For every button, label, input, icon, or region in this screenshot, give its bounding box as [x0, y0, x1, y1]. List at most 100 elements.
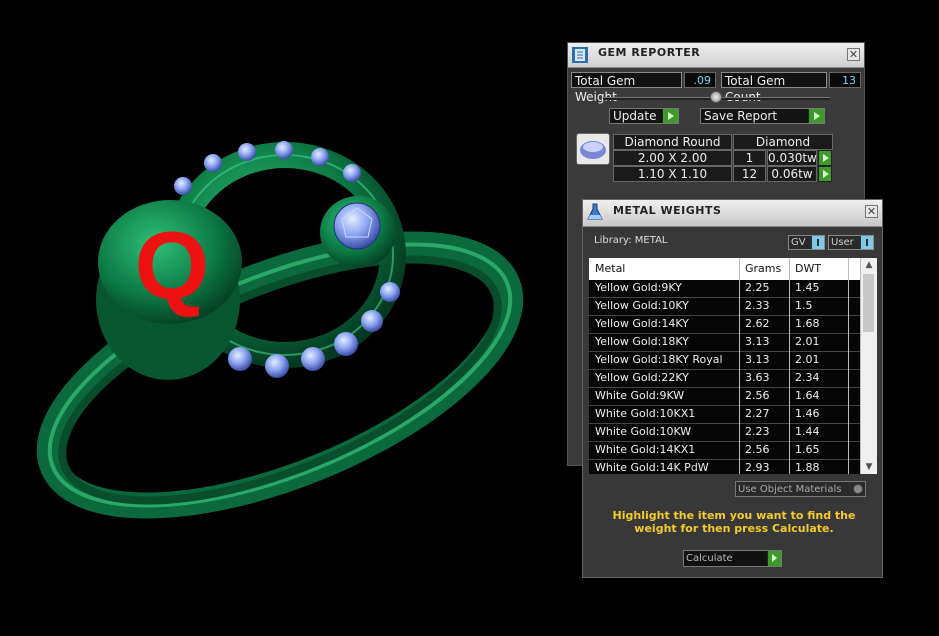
table-row[interactable]: Yellow Gold:18KY 3.13 2.01 — [589, 334, 860, 352]
center-stone — [320, 196, 396, 268]
table-scrollbar[interactable]: ▲ ▼ — [860, 258, 877, 474]
play-icon — [767, 551, 781, 566]
play-icon — [662, 109, 678, 123]
metal-grams: 2.25 — [745, 281, 770, 294]
scrollbar-thumb[interactable] — [863, 274, 874, 332]
monogram-disc: Q — [96, 200, 242, 380]
metal-grams: 2.62 — [745, 317, 770, 330]
gem-shape-header: Diamond Round — [613, 134, 732, 150]
user-toggle-label: User — [831, 237, 854, 248]
scroll-down-icon[interactable]: ▼ — [861, 460, 877, 474]
diamond-thumbnail[interactable] — [576, 133, 610, 165]
metal-grams: 2.27 — [745, 407, 770, 420]
gem-reporter-titlebar[interactable]: GEM REPORTER ✕ — [568, 43, 864, 68]
play-icon — [808, 109, 824, 123]
table-row[interactable]: Yellow Gold:9KY 2.25 1.45 — [589, 280, 860, 298]
metal-grams: 2.23 — [745, 425, 770, 438]
metal-name: Yellow Gold:14KY — [595, 317, 689, 330]
play-icon[interactable] — [818, 150, 832, 166]
metal-name: White Gold:10KW — [595, 425, 692, 438]
play-icon[interactable] — [818, 166, 832, 182]
metal-table-rows: Yellow Gold:9KY 2.25 1.45 Yellow Gold:10KY… — [589, 280, 860, 474]
table-row[interactable]: White Gold:10KX1 2.27 1.46 — [589, 406, 860, 424]
metal-weights-title: METAL WEIGHTS — [613, 204, 722, 217]
metal-dwt: 2.01 — [795, 353, 820, 366]
column-divider — [739, 258, 740, 474]
instruction-text: Highlight the item you want to find the … — [612, 509, 856, 535]
metal-dwt: 2.01 — [795, 335, 820, 348]
gem-type-header: Diamond — [733, 134, 833, 150]
user-toggle[interactable]: User — [828, 235, 874, 250]
metal-grams: 3.13 — [745, 335, 770, 348]
gem-row-weight: 0.030tw — [767, 150, 817, 166]
gv-toggle[interactable]: GV — [788, 235, 825, 250]
metal-grams: 2.56 — [745, 389, 770, 402]
metal-name: Yellow Gold:22KY — [595, 371, 689, 384]
update-button[interactable]: Update — [609, 108, 679, 124]
metal-name: Yellow Gold:18KY — [595, 335, 689, 348]
monogram-letter: Q — [135, 212, 210, 319]
ring-3d-viewport[interactable]: Q — [0, 0, 560, 636]
close-icon[interactable]: ✕ — [865, 205, 878, 218]
update-button-label: Update — [613, 109, 657, 123]
gem-report-icon — [572, 47, 588, 63]
metal-grams: 2.33 — [745, 299, 770, 312]
gem-row-count: 12 — [733, 166, 766, 182]
metal-name: Yellow Gold:18KY Royal — [595, 353, 723, 366]
total-gem-count-label: Total Gem Count — [721, 72, 827, 104]
close-icon[interactable]: ✕ — [847, 48, 860, 61]
metal-name: White Gold:14KX1 — [595, 443, 696, 456]
metal-weights-titlebar[interactable]: METAL WEIGHTS ✕ — [583, 200, 882, 227]
table-row[interactable]: White Gold:9KW 2.56 1.64 — [589, 388, 860, 406]
column-grams[interactable]: Grams — [745, 262, 781, 275]
scroll-up-icon[interactable]: ▲ — [861, 258, 877, 272]
metal-grams: 3.13 — [745, 353, 770, 366]
total-gem-weight-value: .09 — [684, 72, 716, 88]
metal-name: White Gold:10KX1 — [595, 407, 696, 420]
gem-row-weight: 0.06tw — [767, 166, 817, 182]
use-object-materials-toggle[interactable]: Use Object Materials — [735, 481, 866, 497]
toggle-switch-icon — [811, 236, 824, 249]
metal-dwt: 1.64 — [795, 389, 820, 402]
radio-icon — [853, 484, 863, 494]
gv-toggle-label: GV — [791, 237, 806, 248]
table-row[interactable]: White Gold:14KX1 2.56 1.65 — [589, 442, 860, 460]
column-divider — [848, 258, 849, 474]
table-row[interactable]: Yellow Gold:22KY 3.63 2.34 — [589, 370, 860, 388]
table-row[interactable]: White Gold:14K PdW 2.93 1.88 — [589, 460, 860, 474]
column-metal[interactable]: Metal — [595, 262, 625, 275]
metal-dwt: 1.5 — [795, 299, 813, 312]
metal-dwt: 1.68 — [795, 317, 820, 330]
flask-icon — [587, 203, 603, 220]
table-row[interactable]: Yellow Gold:18KY Royal 3.13 2.01 — [589, 352, 860, 370]
metal-name: Yellow Gold:10KY — [595, 299, 689, 312]
metal-grams: 2.93 — [745, 461, 770, 474]
save-report-button[interactable]: Save Report — [700, 108, 825, 124]
metal-table-header: Metal Grams DWT — [589, 258, 860, 281]
metal-name: White Gold:9KW — [595, 389, 685, 402]
gem-reporter-title: GEM REPORTER — [598, 46, 701, 59]
save-report-button-label: Save Report — [704, 109, 778, 123]
use-object-materials-label: Use Object Materials — [738, 484, 842, 495]
column-divider — [789, 258, 790, 474]
total-gem-count-value: 13 — [829, 72, 861, 88]
metal-dwt: 1.45 — [795, 281, 820, 294]
metal-dwt: 1.88 — [795, 461, 820, 474]
calculate-button[interactable]: Calculate — [683, 550, 782, 567]
metal-table[interactable]: Metal Grams DWT Yellow Gold:9KY 2.25 1.45 … — [589, 258, 877, 474]
gem-row-size[interactable]: 1.10 X 1.10 — [613, 166, 732, 182]
table-row[interactable]: Yellow Gold:14KY 2.62 1.68 — [589, 316, 860, 334]
column-dwt[interactable]: DWT — [795, 262, 821, 275]
metal-grams: 2.56 — [745, 443, 770, 456]
calculate-button-label: Calculate — [686, 553, 733, 564]
table-row[interactable]: Yellow Gold:10KY 2.33 1.5 — [589, 298, 860, 316]
gem-row-size[interactable]: 2.00 X 2.00 — [613, 150, 732, 166]
total-gem-weight-label: Total Gem Weight — [571, 72, 682, 104]
metal-dwt: 2.34 — [795, 371, 820, 384]
library-label: Library: METAL — [594, 235, 668, 246]
toggle-switch-icon — [860, 236, 873, 249]
table-row[interactable]: White Gold:10KW 2.23 1.44 — [589, 424, 860, 442]
slider-handle[interactable] — [710, 91, 722, 103]
metal-name: Yellow Gold:9KY — [595, 281, 682, 294]
diamond-icon — [580, 141, 606, 159]
